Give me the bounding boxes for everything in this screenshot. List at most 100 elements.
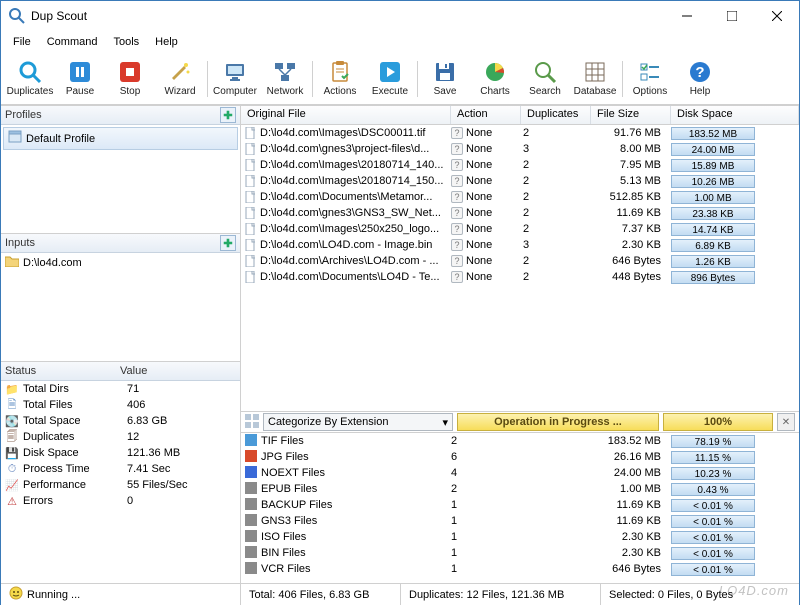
- status-key: Errors: [23, 495, 123, 507]
- menu-tools[interactable]: Tools: [105, 34, 147, 50]
- table-row[interactable]: D:\lo4d.com\LO4D.com - Image.bin?None32.…: [241, 237, 799, 253]
- duplicates-icon: [18, 60, 42, 84]
- options-button[interactable]: Options: [625, 55, 675, 103]
- charts-icon: [483, 60, 507, 84]
- network-icon: [273, 60, 297, 84]
- status-col-val: Value: [120, 365, 147, 377]
- table-row[interactable]: D:\lo4d.com\gnes3\project-files\d...?Non…: [241, 141, 799, 157]
- actions-button[interactable]: Actions: [315, 55, 365, 103]
- category-size: 2.30 KB: [591, 531, 671, 543]
- chevron-down-icon: ▾: [442, 416, 448, 429]
- table-row[interactable]: D:\lo4d.com\Images\20180714_150...?None2…: [241, 173, 799, 189]
- status-icon: ⏱: [5, 462, 19, 476]
- menubar: File Command Tools Help: [1, 31, 799, 53]
- menu-help[interactable]: Help: [147, 34, 186, 50]
- categorize-select[interactable]: Categorize By Extension ▾: [263, 413, 453, 431]
- action-value: None: [466, 143, 492, 155]
- file-path: D:\lo4d.com\gnes3\GNS3_SW_Net...: [260, 207, 441, 219]
- category-name: TIF Files: [261, 435, 304, 447]
- category-row[interactable]: BACKUP Files111.69 KB< 0.01 %: [241, 497, 799, 513]
- execute-label: Execute: [372, 86, 408, 97]
- table-row[interactable]: D:\lo4d.com\Documents\LO4D - Te...?None2…: [241, 269, 799, 285]
- status-value: 7.41 Sec: [127, 463, 236, 475]
- category-size: 11.69 KB: [591, 499, 671, 511]
- database-icon: [583, 60, 607, 84]
- menu-command[interactable]: Command: [39, 34, 106, 50]
- disk-space-badge: 23.38 KB: [671, 207, 755, 220]
- col-file-size[interactable]: File Size: [591, 106, 671, 124]
- inputs-title: Inputs: [5, 237, 35, 249]
- table-row[interactable]: D:\lo4d.com\Archives\LO4D.com - ...?None…: [241, 253, 799, 269]
- file-icon: [245, 159, 257, 171]
- close-button[interactable]: [754, 1, 799, 31]
- col-duplicates[interactable]: Duplicates: [521, 106, 591, 124]
- status-row: 📁Total Dirs71: [1, 381, 240, 397]
- profile-item[interactable]: Default Profile: [3, 127, 238, 150]
- network-button[interactable]: Network: [260, 55, 310, 103]
- file-size: 7.95 MB: [591, 159, 671, 171]
- dup-count: 2: [521, 175, 591, 187]
- help-button[interactable]: ?Help: [675, 55, 725, 103]
- category-name: JPG Files: [261, 451, 309, 463]
- category-row[interactable]: TIF Files2183.52 MB78.19 %: [241, 433, 799, 449]
- add-profile-button[interactable]: ✚: [220, 107, 236, 123]
- status-table: 📁Total Dirs71🗎Total Files406💽Total Space…: [1, 381, 240, 583]
- category-row[interactable]: NOEXT Files424.00 MB10.23 %: [241, 465, 799, 481]
- computer-button[interactable]: Computer: [210, 55, 260, 103]
- filetype-icon: [245, 562, 257, 577]
- execute-button[interactable]: Execute: [365, 55, 415, 103]
- database-button[interactable]: Database: [570, 55, 620, 103]
- disk-space-badge: 1.26 KB: [671, 255, 755, 268]
- stop-button[interactable]: Stop: [105, 55, 155, 103]
- menu-file[interactable]: File: [5, 34, 39, 50]
- category-percent: 0.43 %: [671, 483, 755, 496]
- add-input-button[interactable]: ✚: [220, 235, 236, 251]
- col-disk-space[interactable]: Disk Space: [671, 106, 799, 124]
- running-icon: [9, 586, 23, 603]
- file-icon: [245, 255, 257, 267]
- category-row[interactable]: EPUB Files21.00 MB0.43 %: [241, 481, 799, 497]
- save-label: Save: [434, 86, 457, 97]
- table-row[interactable]: D:\lo4d.com\Images\250x250_logo...?None2…: [241, 221, 799, 237]
- category-row[interactable]: ISO Files12.30 KB< 0.01 %: [241, 529, 799, 545]
- category-row[interactable]: VCR Files1646 Bytes< 0.01 %: [241, 561, 799, 577]
- category-percent: 11.15 %: [671, 451, 755, 464]
- table-row[interactable]: D:\lo4d.com\Images\DSC00011.tif?None291.…: [241, 125, 799, 141]
- disk-space-badge: 24.00 MB: [671, 143, 755, 156]
- status-key: Total Dirs: [23, 383, 123, 395]
- minimize-button[interactable]: [664, 1, 709, 31]
- table-row[interactable]: D:\lo4d.com\gnes3\GNS3_SW_Net...?None211…: [241, 205, 799, 221]
- wizard-button[interactable]: Wizard: [155, 55, 205, 103]
- table-row[interactable]: D:\lo4d.com\Documents\Metamor...?None251…: [241, 189, 799, 205]
- input-item[interactable]: D:\lo4d.com: [1, 253, 240, 272]
- operation-progress: Operation in Progress ...: [457, 413, 659, 431]
- filetype-icon: [245, 514, 257, 529]
- table-row[interactable]: D:\lo4d.com\Images\20180714_140...?None2…: [241, 157, 799, 173]
- filetype-icon: [245, 466, 257, 481]
- wizard-label: Wizard: [164, 86, 195, 97]
- category-row[interactable]: BIN Files12.30 KB< 0.01 %: [241, 545, 799, 561]
- computer-icon: [223, 60, 247, 84]
- category-percent: < 0.01 %: [671, 531, 755, 544]
- save-icon: [433, 60, 457, 84]
- charts-button[interactable]: Charts: [470, 55, 520, 103]
- save-button[interactable]: Save: [420, 55, 470, 103]
- toolbar: DuplicatesPauseStop Wizard ComputerNetwork…: [1, 53, 799, 105]
- status-row: ⏱Process Time7.41 Sec: [1, 461, 240, 477]
- col-original-file[interactable]: Original File: [241, 106, 451, 124]
- pause-icon: [68, 60, 92, 84]
- pause-button[interactable]: Pause: [55, 55, 105, 103]
- col-action[interactable]: Action: [451, 106, 521, 124]
- close-category-button[interactable]: ✕: [777, 413, 795, 431]
- duplicates-button[interactable]: Duplicates: [5, 55, 55, 103]
- category-row[interactable]: JPG Files626.16 MB11.15 %: [241, 449, 799, 465]
- search-button[interactable]: Search: [520, 55, 570, 103]
- file-size: 2.30 KB: [591, 239, 671, 251]
- maximize-button[interactable]: [709, 1, 754, 31]
- profile-label: Default Profile: [26, 133, 95, 145]
- category-row[interactable]: GNS3 Files111.69 KB< 0.01 %: [241, 513, 799, 529]
- category-size: 1.00 MB: [591, 483, 671, 495]
- category-size: 11.69 KB: [591, 515, 671, 527]
- file-path: D:\lo4d.com\Documents\Metamor...: [260, 191, 432, 203]
- status-selected: Selected: 0 Files, 0 Bytes: [601, 584, 799, 605]
